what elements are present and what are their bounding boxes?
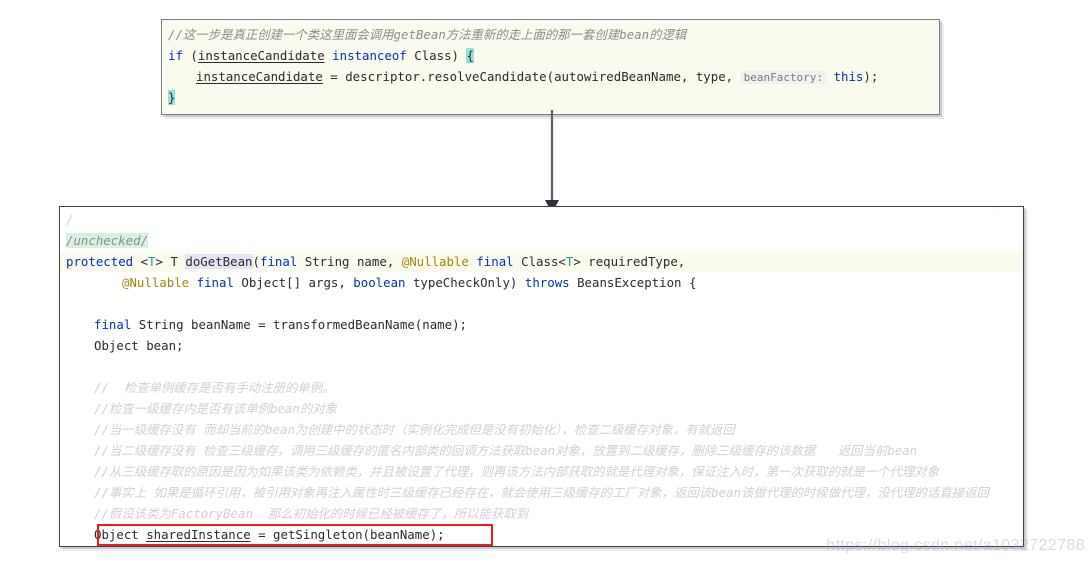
code-token: /unchecked/ xyxy=(66,233,149,248)
code-token: String beanName = transformedBeanName(na… xyxy=(131,317,468,332)
code-token: this xyxy=(833,69,864,84)
code-token: doGetBean xyxy=(185,254,253,269)
code-token: Object[] args, xyxy=(233,275,354,290)
code-line[interactable]: //当二级缓存没有 检查三级缓存，调用三级缓存的匿名内部类的回调方法获取bean… xyxy=(60,440,1023,461)
code-token: @Nullable xyxy=(401,254,469,269)
code-token: BeansException { xyxy=(569,275,697,290)
code-line[interactable]: final String beanName = transformedBeanN… xyxy=(60,314,1023,335)
code-token: String name, xyxy=(297,254,402,269)
code-token: //当二级缓存没有 检查三级缓存，调用三级缓存的匿名内部类的回调方法获取bean… xyxy=(94,443,918,458)
code-token: ); xyxy=(863,69,879,84)
code-token: //检查一级缓存内是否有该单例bean的对象 xyxy=(94,401,338,416)
code-token: instanceCandidate xyxy=(196,69,323,84)
code-line[interactable]: Object bean; xyxy=(60,335,1023,356)
code-token: boolean xyxy=(353,275,406,290)
code-line[interactable]: //当一级缓存没有 而却当前的bean为创建中的状态时（实例化完成但是没有初始化… xyxy=(60,419,1023,440)
code-token: = descriptor.resolveCandidate(autowiredB… xyxy=(322,69,741,84)
bottom-code-panel: //unchecked/protected <T> T doGetBean(fi… xyxy=(59,206,1024,547)
code-token: throws xyxy=(524,275,570,290)
code-token: > requiredType, xyxy=(573,254,686,269)
code-token: //假设该类为FactoryBean 那么初始化的时候已经被缓存了，所以能获取到 xyxy=(94,506,529,521)
code-line[interactable]: //这一步是真正创建一个类这里面会调用getBean方法重新的走上面的那一套创建… xyxy=(162,24,939,45)
watermark-url: https://blog.csdn.net/a1032722788 xyxy=(826,537,1085,554)
code-line[interactable]: / xyxy=(60,209,1023,230)
code-token: { xyxy=(466,48,474,63)
code-token: //当一级缓存没有 而却当前的bean为创建中的状态时（实例化完成但是没有初始化… xyxy=(94,422,735,437)
code-token: if xyxy=(168,48,191,63)
code-token: //这一步是真正创建一个类这里面会调用getBean方法重新的走上面的那一套创建… xyxy=(168,27,687,42)
bottom-code-lines[interactable]: //unchecked/protected <T> T doGetBean(fi… xyxy=(60,207,1023,545)
code-line[interactable] xyxy=(60,293,1023,314)
code-token: ( xyxy=(252,254,260,269)
code-token: beanFactory: xyxy=(740,71,827,84)
code-token: typeCheckOnly) xyxy=(405,275,525,290)
code-token: Object xyxy=(94,527,147,542)
code-token: final xyxy=(476,254,514,269)
code-token: protected xyxy=(66,254,134,269)
code-token: = getSingleton(beanName); xyxy=(250,527,445,542)
code-token: Object bean; xyxy=(94,338,184,353)
code-token: final xyxy=(94,317,132,332)
code-token: instanceof xyxy=(332,48,407,63)
code-token: < xyxy=(133,254,149,269)
code-line[interactable]: // 检查单例缓存是否有手动注册的单例。 xyxy=(60,377,1023,398)
code-token: //从三级缓存取的原因是因为如果该类为依赖类，并且被设置了代理，则再该方法内部获… xyxy=(94,464,940,479)
code-line[interactable]: /unchecked/ xyxy=(60,230,1023,251)
code-token: //事实上 如果是循环引用，被引用对象再注入属性时三级缓存已经存在，就会使用三级… xyxy=(94,485,989,500)
code-token: final xyxy=(196,275,234,290)
code-line[interactable] xyxy=(60,356,1023,377)
code-line[interactable]: //事实上 如果是循环引用，被引用对象再注入属性时三级缓存已经存在，就会使用三级… xyxy=(60,482,1023,503)
code-token: > T xyxy=(155,254,186,269)
code-token: sharedInstance xyxy=(146,527,251,542)
code-token: T xyxy=(148,254,156,269)
code-token: instanceCandidate xyxy=(197,48,325,63)
code-line[interactable]: protected <T> T doGetBean(final String n… xyxy=(60,251,1023,272)
code-token: final xyxy=(259,254,298,269)
code-token: // 检查单例缓存是否有手动注册的单例。 xyxy=(94,380,335,395)
code-token: / xyxy=(66,212,74,227)
code-line[interactable]: @Nullable final Object[] args, boolean t… xyxy=(60,272,1023,293)
code-token: Class< xyxy=(513,254,566,269)
code-token: } xyxy=(168,90,176,105)
code-line[interactable]: } xyxy=(162,87,939,108)
top-code-panel: //这一步是真正创建一个类这里面会调用getBean方法重新的走上面的那一套创建… xyxy=(161,19,940,115)
flow-arrow-icon xyxy=(545,110,559,213)
code-line[interactable]: instanceCandidate = descriptor.resolveCa… xyxy=(162,66,939,87)
code-token: ( xyxy=(190,48,198,63)
code-line[interactable]: //从三级缓存取的原因是因为如果该类为依赖类，并且被设置了代理，则再该方法内部获… xyxy=(60,461,1023,482)
code-line[interactable]: //假设该类为FactoryBean 那么初始化的时候已经被缓存了，所以能获取到 xyxy=(60,503,1023,524)
code-line[interactable]: if (instanceCandidate instanceof Class) … xyxy=(162,45,939,66)
top-code-lines[interactable]: //这一步是真正创建一个类这里面会调用getBean方法重新的走上面的那一套创建… xyxy=(162,20,939,108)
code-token: @Nullable xyxy=(122,275,190,290)
code-token: Class) xyxy=(406,48,467,63)
code-line[interactable]: //检查一级缓存内是否有该单例bean的对象 xyxy=(60,398,1023,419)
